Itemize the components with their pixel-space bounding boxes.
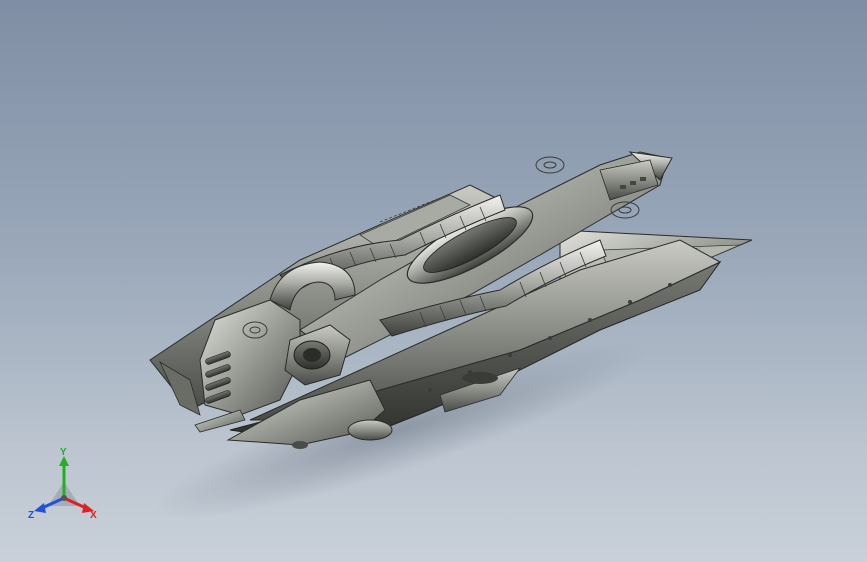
coordinate-triad: Y X Z <box>28 447 97 521</box>
y-axis-label: Y <box>60 447 67 458</box>
z-axis-label: Z <box>28 510 34 521</box>
spaceship-model[interactable] <box>0 0 867 562</box>
landing-pod <box>347 419 393 441</box>
x-axis-label: X <box>90 510 97 521</box>
z-axis-arrow-icon <box>34 503 46 513</box>
graphics-viewport[interactable]: Y X Z <box>0 0 867 562</box>
